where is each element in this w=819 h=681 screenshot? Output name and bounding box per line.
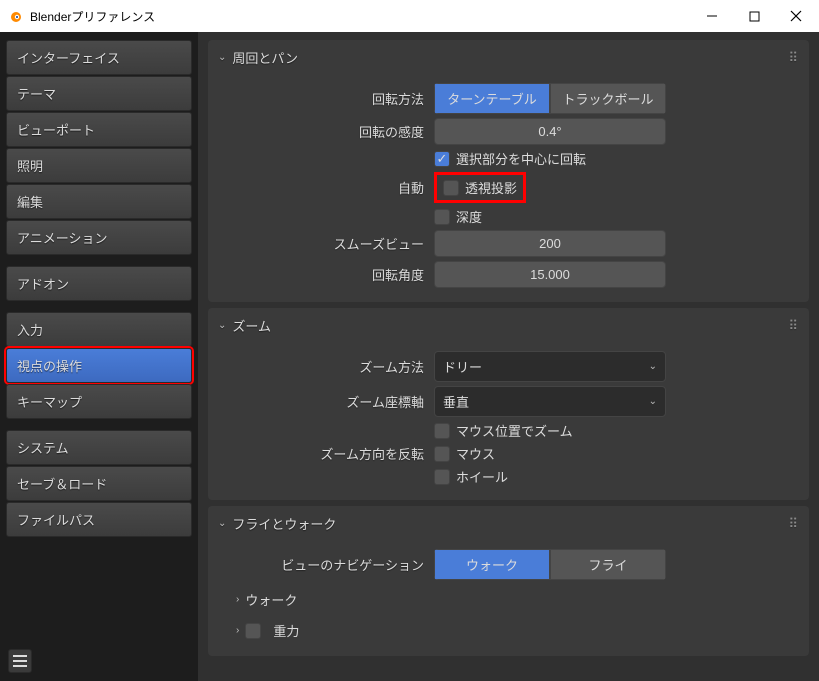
zoom-method-select[interactable]: ドリー ⌄ [434,351,666,382]
window-titlebar: Blenderプリファレンス [0,0,819,32]
nav-fly-button[interactable]: フライ [550,549,666,580]
minimize-button[interactable] [697,2,727,30]
walk-subpanel-header[interactable]: › ウォーク [218,584,799,615]
checkbox-icon [434,209,450,225]
rotate-angle-label: 回転角度 [218,265,434,284]
gravity-subpanel-header[interactable]: › 重力 [218,615,799,646]
rotate-sensitivity-field[interactable]: 0.4° [434,118,666,145]
menu-button[interactable] [8,649,32,673]
invert-wheel-checkbox[interactable]: ホイール [434,467,508,486]
sidebar-item-addons[interactable]: アドオン [6,266,192,301]
sidebar-item-keymap[interactable]: キーマップ [6,384,192,419]
zoom-method-label: ズーム方法 [218,357,434,376]
rotate-method-turntable[interactable]: ターンテーブル [434,83,550,114]
panel-fly-walk: ⌄ フライとウォーク ⠿ ビューのナビゲーション ウォーク フライ › ウ [208,506,809,656]
chevron-down-icon: ⌄ [649,361,657,372]
panel-zoom: ⌄ ズーム ⠿ ズーム方法 ドリー ⌄ ズーム座標軸 [208,308,809,500]
auto-depth-checkbox[interactable]: 深度 [434,207,482,226]
rotate-method-label: 回転方法 [218,89,434,108]
checkbox-icon: ✓ [434,151,450,167]
panel-title: 周回とパン [232,48,298,67]
sidebar-item-viewport[interactable]: ビューポート [6,112,192,147]
checkbox-icon [434,446,450,462]
blender-logo-icon [8,8,24,24]
sidebar-item-editing[interactable]: 編集 [6,184,192,219]
auto-perspective-checkbox[interactable]: 透視投影 [443,178,517,197]
sidebar-item-input[interactable]: 入力 [6,312,192,347]
zoom-mouse-pos-checkbox[interactable]: マウス位置でズーム [434,421,573,440]
sidebar-item-filepath[interactable]: ファイルパス [6,502,192,537]
close-button[interactable] [781,2,811,30]
invert-zoom-label: ズーム方向を反転 [218,444,434,463]
drag-handle-icon[interactable]: ⠿ [788,318,799,334]
invert-mouse-checkbox[interactable]: マウス [434,444,495,463]
sidebar-item-lighting[interactable]: 照明 [6,148,192,183]
preferences-content: ⌄ 周回とパン ⠿ 回転方法 ターンテーブル トラックボール 回転の感度 [198,32,819,681]
sidebar-item-theme[interactable]: テーマ [6,76,192,111]
panel-fly-header[interactable]: ⌄ フライとウォーク ⠿ [208,506,809,541]
gravity-subpanel-title: 重力 [273,621,299,640]
auto-depth-label: 深度 [456,207,482,226]
chevron-down-icon: ⌄ [649,396,657,407]
checkbox-icon [434,469,450,485]
drag-handle-icon[interactable]: ⠿ [788,516,799,532]
chevron-down-icon: ⌄ [218,52,226,63]
panel-title: フライとウォーク [232,514,336,533]
chevron-right-icon: › [236,594,239,605]
panel-zoom-header[interactable]: ⌄ ズーム ⠿ [208,308,809,343]
smooth-view-label: スムーズビュー [218,234,434,253]
zoom-mouse-pos-label: マウス位置でズーム [456,421,573,440]
panel-orbit-header[interactable]: ⌄ 周回とパン ⠿ [208,40,809,75]
gravity-checkbox[interactable] [245,623,261,639]
auto-perspective-label: 透視投影 [465,178,517,197]
orbit-selection-checkbox[interactable]: ✓ 選択部分を中心に回転 [434,149,586,168]
walk-subpanel-title: ウォーク [245,590,297,609]
invert-wheel-label: ホイール [456,467,508,486]
view-navigation-toggle[interactable]: ウォーク フライ [434,549,666,580]
invert-mouse-label: マウス [456,444,495,463]
auto-label: 自動 [218,178,434,197]
zoom-axis-label: ズーム座標軸 [218,392,434,411]
chevron-right-icon: › [236,625,239,636]
orbit-selection-label: 選択部分を中心に回転 [456,149,586,168]
sidebar-item-animation[interactable]: アニメーション [6,220,192,255]
panel-title: ズーム [232,316,271,335]
chevron-down-icon: ⌄ [218,320,226,331]
smooth-view-field[interactable]: 200 [434,230,666,257]
rotate-method-toggle[interactable]: ターンテーブル トラックボール [434,83,666,114]
chevron-down-icon: ⌄ [218,518,226,529]
checkbox-icon [434,423,450,439]
checkbox-icon [443,180,459,196]
rotate-angle-field[interactable]: 15.000 [434,261,666,288]
panel-orbit-pan: ⌄ 周回とパン ⠿ 回転方法 ターンテーブル トラックボール 回転の感度 [208,40,809,302]
preferences-sidebar: インターフェイス テーマ ビューポート 照明 編集 アニメーション アドオン 入… [0,32,198,681]
zoom-axis-select[interactable]: 垂直 ⌄ [434,386,666,417]
rotate-sensitivity-label: 回転の感度 [218,122,434,141]
sidebar-item-saveload[interactable]: セーブ＆ロード [6,466,192,501]
nav-walk-button[interactable]: ウォーク [434,549,550,580]
rotate-method-trackball[interactable]: トラックボール [550,83,666,114]
sidebar-item-navigate[interactable]: 視点の操作 [6,348,192,383]
drag-handle-icon[interactable]: ⠿ [788,50,799,66]
sidebar-item-interface[interactable]: インターフェイス [6,40,192,75]
maximize-button[interactable] [739,2,769,30]
view-navigation-label: ビューのナビゲーション [218,555,434,574]
sidebar-item-system[interactable]: システム [6,430,192,465]
window-title: Blenderプリファレンス [30,8,155,25]
